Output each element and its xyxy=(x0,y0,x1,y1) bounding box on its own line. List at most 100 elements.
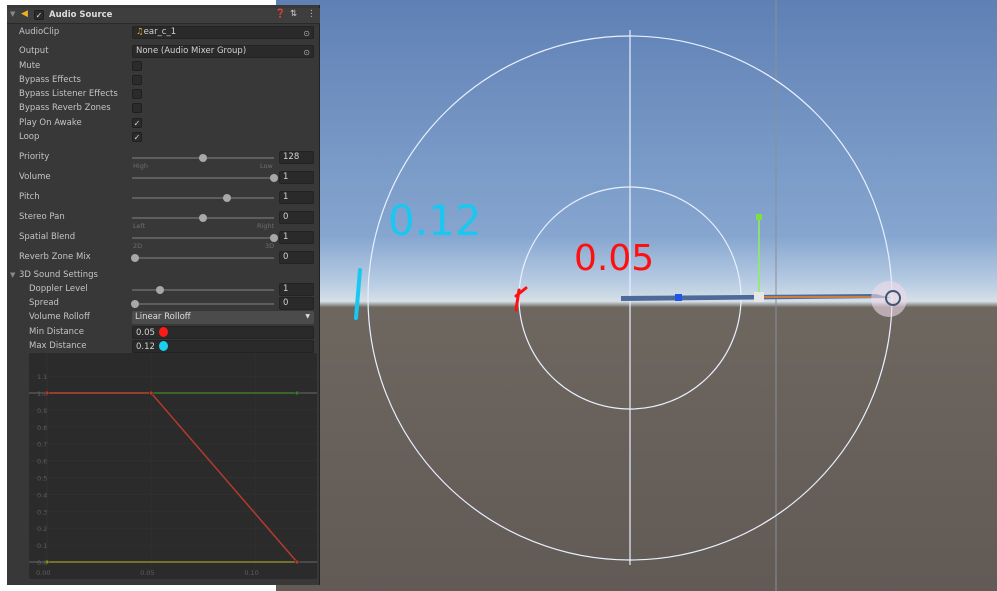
doppler-input[interactable]: 1 xyxy=(279,283,314,296)
slider-knob[interactable] xyxy=(270,234,278,242)
rolloff-curve-graph[interactable]: 0.0 0.1 0.2 0.3 0.4 0.5 0.6 0.7 0.8 0.9 1.0 1.1 0.00… xyxy=(29,353,317,579)
max-caption: Low xyxy=(260,162,273,170)
bypass-listener-label: Bypass Listener Effects xyxy=(19,89,118,99)
pitch-input[interactable]: 1 xyxy=(279,191,314,204)
loop-checkbox[interactable]: ✓ xyxy=(132,132,142,142)
y-handle-cap xyxy=(756,214,762,220)
doppler-label: Doppler Level xyxy=(29,284,88,294)
presets-icon[interactable]: ⇅ xyxy=(290,9,297,19)
object-picker-icon[interactable]: ⊙ xyxy=(303,47,310,58)
slider-knob[interactable] xyxy=(156,286,165,294)
curve-point xyxy=(294,559,300,565)
min-caption: High xyxy=(133,162,148,170)
slider-knob[interactable] xyxy=(130,300,139,308)
priority-input[interactable]: 128 xyxy=(279,151,314,164)
audio-glow xyxy=(871,281,907,317)
inspector-panel: ▼ ◀ ✓ Audio Source ❓ ⇅ ⋮ AudioClip ♫ear_… xyxy=(7,5,320,585)
slider-knob[interactable] xyxy=(199,214,207,222)
min-distance-label: Min Distance xyxy=(29,327,84,337)
reverb-mix-row: Reverb Zone Mix 0 xyxy=(7,251,320,265)
min-distance-value: 0.05 xyxy=(136,328,155,338)
pitch-slider[interactable] xyxy=(132,194,274,202)
bypass-effects-row: Bypass Effects xyxy=(7,74,320,88)
max-distance-input[interactable]: 0.12 xyxy=(132,340,314,353)
bypass-effects-checkbox[interactable] xyxy=(132,75,142,85)
reverb-mix-input[interactable]: 0 xyxy=(279,251,314,264)
rolloff-label: Volume Rolloff xyxy=(29,312,90,322)
spread-label: Spread xyxy=(29,298,59,308)
y-tick-label: 0.5 xyxy=(37,475,47,483)
curve-svg: 0.00.10.20.30.40.50.60.70.80.91.01.10.00… xyxy=(29,353,317,577)
bypass-listener-checkbox[interactable] xyxy=(132,89,142,99)
output-value: None (Audio Mixer Group) xyxy=(136,46,247,56)
bypass-listener-row: Bypass Listener Effects xyxy=(7,88,320,102)
mute-checkbox[interactable] xyxy=(132,61,142,71)
volume-slider[interactable] xyxy=(132,174,278,182)
annotation-min: 0.05 xyxy=(574,238,654,279)
component-title: Audio Source xyxy=(49,10,113,20)
slider-knob[interactable] xyxy=(270,174,278,182)
stereo-pan-input[interactable]: 0 xyxy=(279,211,314,224)
play-on-awake-checkbox[interactable]: ✓ xyxy=(132,118,142,128)
priority-slider[interactable] xyxy=(132,154,274,162)
slider-knob[interactable] xyxy=(199,154,207,162)
slider-knob[interactable] xyxy=(223,194,232,202)
curve-point xyxy=(148,390,154,396)
audio-file-icon: ♫ xyxy=(136,27,144,37)
stereo-pan-label: Stereo Pan xyxy=(19,212,65,222)
scene-view[interactable]: 0.12 0.05 xyxy=(276,0,997,591)
foldout-arrow-icon[interactable]: ▼ xyxy=(10,10,15,18)
rolloff-dropdown[interactable]: Linear Rolloff ▼ xyxy=(132,311,314,324)
spread-slider[interactable] xyxy=(130,300,274,308)
pitch-row: Pitch 1 xyxy=(7,191,320,205)
curve-point xyxy=(294,390,300,396)
enabled-checkbox[interactable]: ✓ xyxy=(34,10,44,20)
play-on-awake-label: Play On Awake xyxy=(19,118,82,128)
slider-knob[interactable] xyxy=(130,254,139,262)
spread-input[interactable]: 0 xyxy=(279,297,314,310)
bypass-reverb-row: Bypass Reverb Zones xyxy=(7,102,320,116)
min-caption: 2D xyxy=(133,242,143,250)
stereo-pan-slider[interactable] xyxy=(132,214,274,222)
audioclip-row: AudioClip ♫ear_c_1 ⊙ xyxy=(7,26,320,40)
scene-gizmos: 0.12 0.05 xyxy=(354,0,907,591)
x-tick-label: 0.05 xyxy=(140,569,154,577)
stereo-pan-row: Stereo Pan Left Right 0 xyxy=(7,211,320,230)
y-tick-label: 0.9 xyxy=(37,407,47,415)
reverb-mix-slider[interactable] xyxy=(130,254,274,262)
priority-row: Priority High Low 128 xyxy=(7,151,320,170)
max-distance-label: Max Distance xyxy=(29,341,87,351)
output-field[interactable]: None (Audio Mixer Group) ⊙ xyxy=(132,45,314,58)
min-distance-input[interactable]: 0.05 xyxy=(132,326,314,339)
audioclip-label: AudioClip xyxy=(19,27,60,37)
reverb-mix-label: Reverb Zone Mix xyxy=(19,252,91,262)
max-distance-row: Max Distance 0.12 xyxy=(7,340,320,354)
y-tick-label: 0.8 xyxy=(37,424,47,432)
spatial-blend-label: Spatial Blend xyxy=(19,232,76,242)
loop-label: Loop xyxy=(19,132,40,142)
audioclip-field[interactable]: ♫ear_c_1 ⊙ xyxy=(132,26,314,39)
more-icon[interactable]: ⋮ xyxy=(307,9,316,19)
help-icon[interactable]: ❓ xyxy=(275,9,286,19)
component-header[interactable]: ▼ ◀ ✓ Audio Source ❓ ⇅ ⋮ xyxy=(7,8,320,24)
foldout-arrow-icon[interactable]: ▼ xyxy=(10,271,15,279)
curve-point xyxy=(44,390,50,396)
doppler-slider[interactable] xyxy=(132,286,274,294)
volume-input[interactable]: 1 xyxy=(279,171,314,184)
annotation-max: 0.12 xyxy=(388,196,482,245)
object-picker-icon[interactable]: ⊙ xyxy=(303,28,310,39)
bypass-effects-label: Bypass Effects xyxy=(19,75,81,85)
y-tick-label: 0.3 xyxy=(37,508,47,516)
spatial-blend-input[interactable]: 1 xyxy=(279,231,314,244)
spatial-blend-slider[interactable] xyxy=(132,234,278,242)
annotation-dot-cyan xyxy=(158,341,168,351)
x-tick-label: 0.00 xyxy=(36,569,50,577)
audioclip-value: ear_c_1 xyxy=(143,27,177,37)
3d-sound-foldout[interactable]: ▼ 3D Sound Settings xyxy=(7,269,320,283)
chevron-down-icon: ▼ xyxy=(305,313,310,320)
max-distance-value: 0.12 xyxy=(136,342,155,352)
bypass-reverb-label: Bypass Reverb Zones xyxy=(19,103,111,113)
bypass-reverb-checkbox[interactable] xyxy=(132,103,142,113)
volume-label: Volume xyxy=(19,172,51,182)
x-tick-label: 0.10 xyxy=(244,569,258,577)
